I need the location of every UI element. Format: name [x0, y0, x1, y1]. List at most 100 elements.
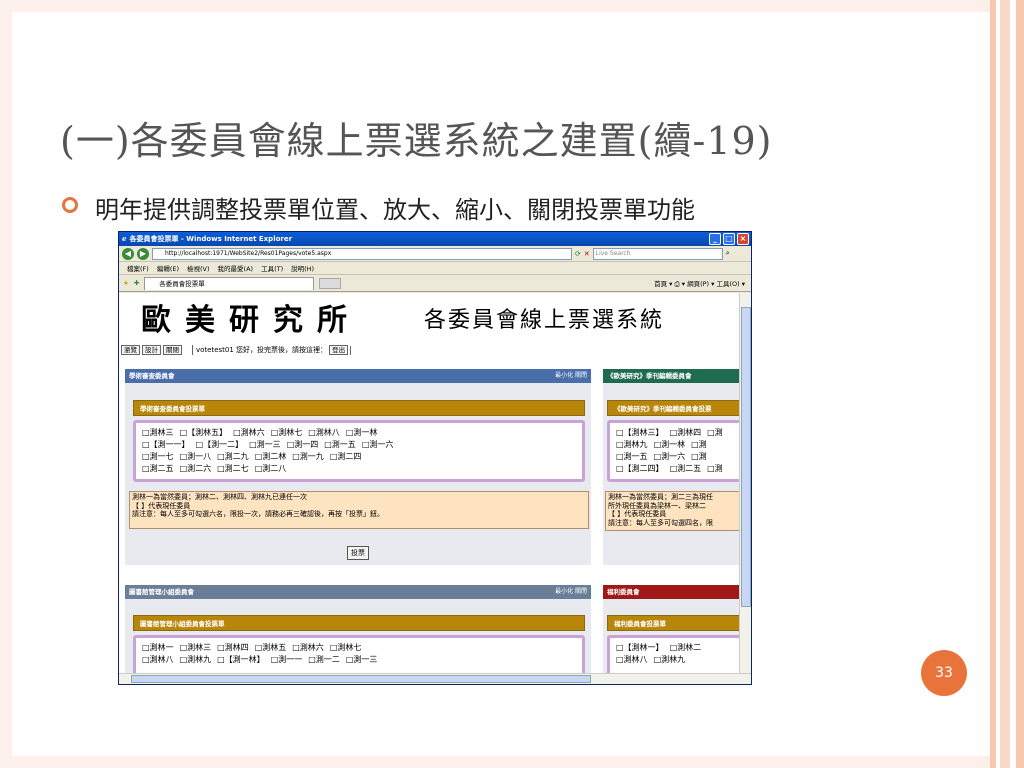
- search-icon[interactable]: ⌕: [726, 249, 730, 258]
- candidate-checkbox[interactable]: □測一六: [362, 439, 394, 451]
- candidate-checkbox[interactable]: □測二九: [217, 451, 249, 463]
- favorites-star-icon[interactable]: ★: [123, 279, 129, 287]
- toolbar-commands[interactable]: 首頁 ▾ ⎙ ▾ 網頁(P) ▾ 工具(O) ▾: [654, 278, 745, 289]
- candidate-checkbox[interactable]: □測一七: [142, 451, 174, 463]
- panel-controls[interactable]: 最小化 關閉: [555, 369, 587, 383]
- stop-icon[interactable]: ✕: [584, 250, 590, 258]
- candidate-checkbox[interactable]: □測林二: [670, 642, 702, 654]
- vote-button[interactable]: 投票: [347, 546, 369, 560]
- window-title: 各委員會投票單 - Windows Internet Explorer: [129, 235, 293, 243]
- candidate-checkbox[interactable]: □測一一: [271, 654, 303, 666]
- page-number: 33: [921, 650, 967, 696]
- candidate-checkbox[interactable]: □測林四: [217, 642, 249, 654]
- candidate-row: □測一七 □測一八 □測二九 □測二林 □測一九 □測二四: [142, 451, 576, 463]
- candidate-row: □測二五 □測二六 □測二七 □測二八: [142, 463, 576, 475]
- maximize-button[interactable]: □: [723, 233, 735, 245]
- candidate-checkbox[interactable]: □【測一二】: [196, 439, 244, 451]
- candidate-checkbox[interactable]: □測林七: [271, 427, 303, 439]
- candidate-checkbox[interactable]: □測林九: [180, 654, 212, 666]
- horizontal-scrollbar[interactable]: [119, 673, 751, 684]
- logout-button[interactable]: 登出: [329, 345, 349, 355]
- candidate-row: □測一五 □測一六 □測: [616, 451, 738, 463]
- candidate-checkbox[interactable]: □測林七: [330, 642, 362, 654]
- ie-icon: ℯ: [122, 235, 127, 243]
- candidate-checkbox[interactable]: □測一四: [287, 439, 319, 451]
- site-logo: 歐美研究所: [141, 303, 361, 338]
- candidate-checkbox[interactable]: □測林八: [616, 654, 648, 666]
- candidate-checkbox[interactable]: □測林三: [180, 642, 212, 654]
- candidate-checkbox[interactable]: □測一六: [654, 451, 686, 463]
- candidate-checkbox[interactable]: □測林八: [142, 654, 174, 666]
- candidate-checkbox[interactable]: □測一林: [654, 439, 686, 451]
- library-panel-header: 圖書館管理小組委員會 最小化 關閉: [125, 585, 591, 599]
- menu-item[interactable]: 說明(H): [291, 263, 314, 273]
- candidate-checkbox[interactable]: □測林六: [292, 642, 324, 654]
- back-button[interactable]: ◀: [122, 247, 134, 260]
- menu-item[interactable]: 工具(T): [261, 263, 283, 273]
- panel-controls[interactable]: 最小化 關閉: [555, 585, 587, 599]
- note-line: 測林一為當然委員；測二三為現任: [608, 493, 713, 501]
- panel-title: 學術審查委員會: [129, 372, 175, 380]
- candidate-checkbox[interactable]: □測林九: [654, 654, 686, 666]
- candidate-checkbox[interactable]: □測: [691, 451, 707, 463]
- menu-item[interactable]: 檢視(V): [187, 263, 210, 273]
- browser-tab[interactable]: 各委員會投票單: [144, 276, 315, 290]
- candidate-checkbox[interactable]: □【測林三】: [616, 427, 664, 439]
- candidate-checkbox[interactable]: □測一五: [616, 451, 648, 463]
- note-line: 請注意：每人至多可勾選四名，限: [608, 518, 713, 527]
- candidate-checkbox[interactable]: □測林六: [233, 427, 265, 439]
- candidate-checkbox[interactable]: □測: [707, 427, 723, 439]
- candidate-checkbox[interactable]: □測一三: [249, 439, 281, 451]
- menu-item[interactable]: 我的最愛(A): [218, 263, 254, 273]
- url-field[interactable]: http://localhost:1971/WebSite2/Res01Page…: [152, 247, 572, 260]
- candidate-checkbox[interactable]: □測二林: [255, 451, 287, 463]
- close-button[interactable]: ×: [737, 233, 749, 245]
- candidate-checkbox[interactable]: □【測林五】: [180, 427, 228, 439]
- bullet-text: 明年提供調整投票單位置、放大、縮小、關閉投票單功能: [95, 196, 695, 224]
- scroll-thumb[interactable]: [741, 307, 751, 607]
- candidate-checkbox[interactable]: □【測一一】: [142, 439, 190, 451]
- browse-button[interactable]: 瀏覽: [121, 345, 140, 355]
- scroll-thumb[interactable]: [131, 675, 591, 683]
- candidate-checkbox[interactable]: □測林四: [670, 427, 702, 439]
- candidate-row: □【測一一】 □【測一二】 □測一三 □測一四 □測一五 □測一六: [142, 439, 576, 451]
- candidate-checkbox[interactable]: □【測二四】: [616, 463, 664, 475]
- refresh-icon[interactable]: ⟳: [575, 250, 581, 258]
- candidate-checkbox[interactable]: □測二四: [330, 451, 362, 463]
- candidate-checkbox[interactable]: □測二八: [255, 463, 287, 475]
- menu-item[interactable]: 編輯(E): [157, 263, 179, 273]
- candidate-checkbox[interactable]: □測一八: [180, 451, 212, 463]
- candidate-checkbox[interactable]: □測二五: [142, 463, 174, 475]
- candidate-checkbox[interactable]: □測林五: [255, 642, 287, 654]
- close-mode-button[interactable]: 關閉: [163, 345, 182, 355]
- vertical-scrollbar[interactable]: [739, 293, 751, 675]
- candidate-checkbox[interactable]: □【測林一】: [616, 642, 664, 654]
- candidate-checkbox[interactable]: □測二七: [217, 463, 249, 475]
- candidate-checkbox[interactable]: □測二六: [180, 463, 212, 475]
- candidate-checkbox[interactable]: □測二五: [670, 463, 702, 475]
- candidate-checkbox[interactable]: □測一五: [324, 439, 356, 451]
- candidate-checkbox[interactable]: □測一九: [292, 451, 324, 463]
- candidate-checkbox[interactable]: □【測一林】: [217, 654, 265, 666]
- journal-ballot-title: 《歐美研究》季刊編輯委員會投票: [607, 400, 741, 416]
- candidate-checkbox[interactable]: □測: [691, 439, 707, 451]
- candidate-checkbox[interactable]: □測一二: [308, 654, 340, 666]
- minimize-button[interactable]: _: [709, 233, 721, 245]
- candidate-checkbox[interactable]: □測林九: [616, 439, 648, 451]
- design-button[interactable]: 設計: [142, 345, 161, 355]
- tab-bar: ★ ✚ 各委員會投票單 首頁 ▾ ⎙ ▾ 網頁(P) ▾ 工具(O) ▾: [119, 275, 751, 292]
- add-favorite-icon[interactable]: ✚: [134, 279, 139, 287]
- candidate-checkbox[interactable]: □測林一: [142, 642, 174, 654]
- candidate-checkbox[interactable]: □測: [707, 463, 723, 475]
- page-content: 歐美研究所 各委員會線上票選系統 瀏覽 設計 關閉 votetest01 您好，…: [119, 293, 741, 675]
- forward-button[interactable]: ▶: [137, 247, 149, 260]
- candidate-checkbox[interactable]: □測林三: [142, 427, 174, 439]
- menu-item[interactable]: 檔案(F): [127, 263, 149, 273]
- candidate-checkbox[interactable]: □測林八: [308, 427, 340, 439]
- search-field[interactable]: Live Search: [592, 247, 723, 260]
- welfare-panel-header: 福利委員會: [603, 585, 741, 599]
- candidate-checkbox[interactable]: □測一三: [346, 654, 378, 666]
- new-tab-button[interactable]: [319, 277, 342, 289]
- note-line: 【 】代表現任委員: [608, 510, 667, 518]
- candidate-checkbox[interactable]: □測一林: [346, 427, 378, 439]
